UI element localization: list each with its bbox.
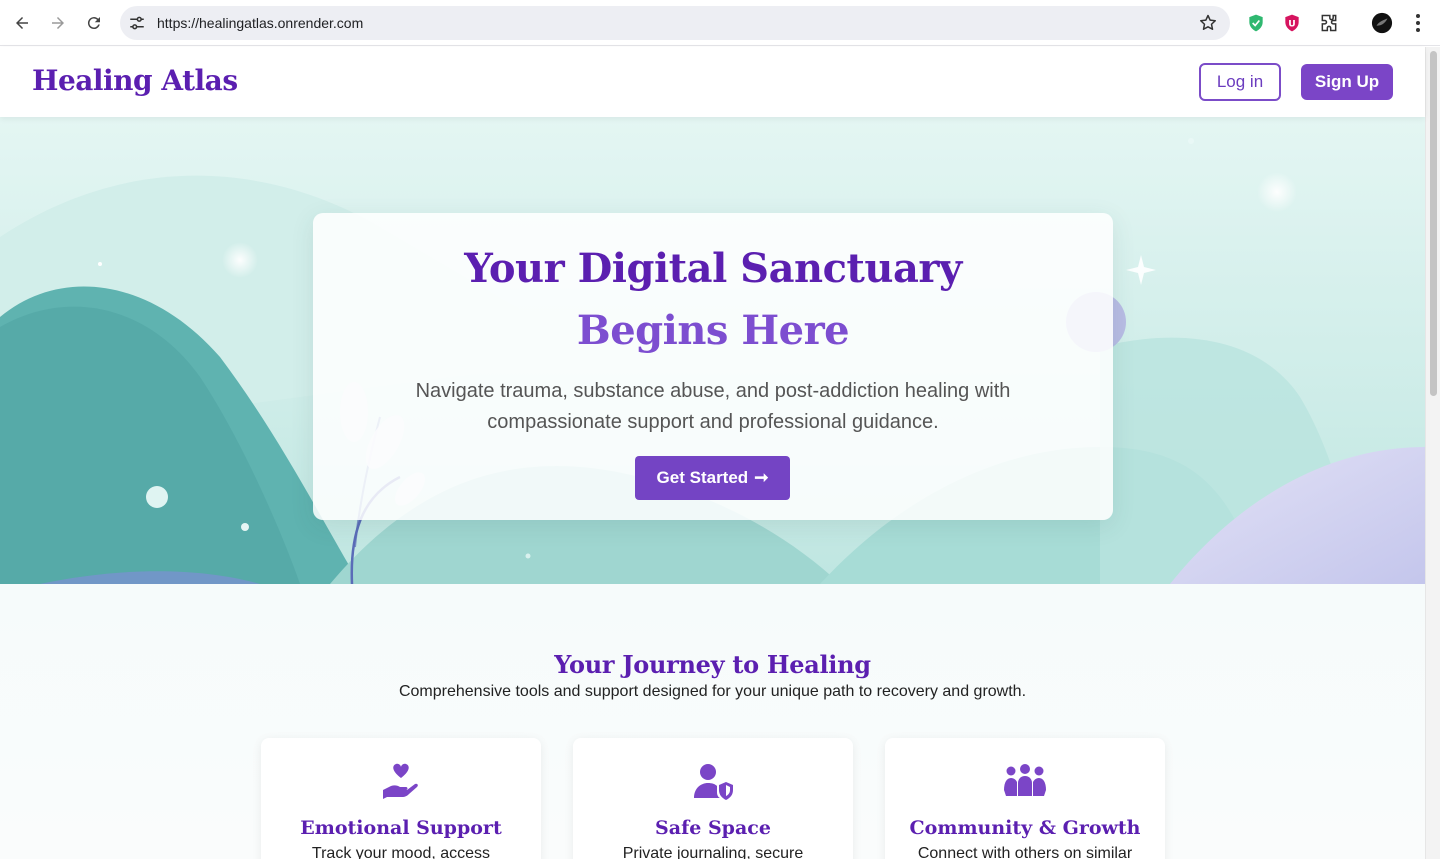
get-started-label: Get Started (656, 468, 749, 487)
ublock-extension-icon[interactable]: U (1281, 12, 1303, 34)
hero-card: Your Digital Sanctuary Begins Here Navig… (313, 213, 1113, 520)
login-button[interactable]: Log in (1199, 63, 1281, 101)
back-button[interactable] (8, 9, 36, 37)
svg-text:U: U (1288, 18, 1295, 29)
features-section: Your Journey to Healing Comprehensive to… (0, 584, 1425, 859)
hero-section: Your Digital Sanctuary Begins Here Navig… (0, 117, 1425, 584)
hero-subtitle: Navigate trauma, substance abuse, and po… (415, 380, 1011, 433)
arrow-right-icon: ➞ (754, 468, 769, 487)
site-header: Healing Atlas Log in Sign Up (0, 47, 1425, 117)
arrow-left-icon (16, 17, 28, 29)
hero-title-line2: Begins Here (576, 307, 850, 354)
feature-card-safe-space[interactable]: Safe Space Private journaling, secure (573, 738, 853, 859)
feature-card-emotional-support[interactable]: Emotional Support Track your mood, acces… (261, 738, 541, 859)
reload-icon (87, 17, 100, 30)
feature-card-title: Community & Growth (909, 817, 1141, 839)
feature-card-title: Emotional Support (300, 817, 502, 839)
shield-extension-icon[interactable] (1245, 12, 1267, 34)
profile-avatar-icon[interactable] (1371, 12, 1393, 34)
extensions-puzzle-icon[interactable] (1318, 12, 1340, 34)
feature-card-description: Connect with others on similar (917, 845, 1133, 859)
scrollbar-thumb[interactable] (1430, 51, 1437, 396)
site-settings-icon[interactable] (128, 14, 146, 32)
features-title: Your Journey to Healing (554, 650, 871, 679)
address-bar[interactable]: https://healingatlas.onrender.com (120, 6, 1230, 40)
feature-card-community-growth[interactable]: Community & Growth Connect with others o… (885, 738, 1165, 859)
feature-card-title: Safe Space (655, 817, 771, 839)
hero-title-line1: Your Digital Sanctuary (464, 245, 962, 292)
people-group-icon (1004, 764, 1046, 796)
url-text[interactable]: https://healingatlas.onrender.com (157, 15, 363, 31)
arrow-right-icon (52, 17, 64, 29)
page-scrollbar[interactable] (1425, 47, 1440, 859)
reload-button[interactable] (80, 9, 108, 37)
signup-button[interactable]: Sign Up (1301, 64, 1393, 100)
browser-menu-icon[interactable] (1408, 12, 1428, 34)
user-shield-icon (694, 764, 733, 800)
forward-button[interactable] (44, 9, 72, 37)
features-subtitle: Comprehensive tools and support designed… (398, 683, 1027, 700)
feature-card-description: Private journaling, secure (622, 845, 804, 859)
get-started-button[interactable]: Get Started ➞ (635, 456, 790, 500)
brand-logo[interactable]: Healing Atlas (32, 64, 238, 97)
bookmark-star-icon[interactable] (1198, 13, 1218, 33)
feature-card-description: Track your mood, access (311, 845, 491, 859)
browser-toolbar: https://healingatlas.onrender.com U (0, 0, 1440, 46)
hand-heart-icon (383, 763, 418, 799)
